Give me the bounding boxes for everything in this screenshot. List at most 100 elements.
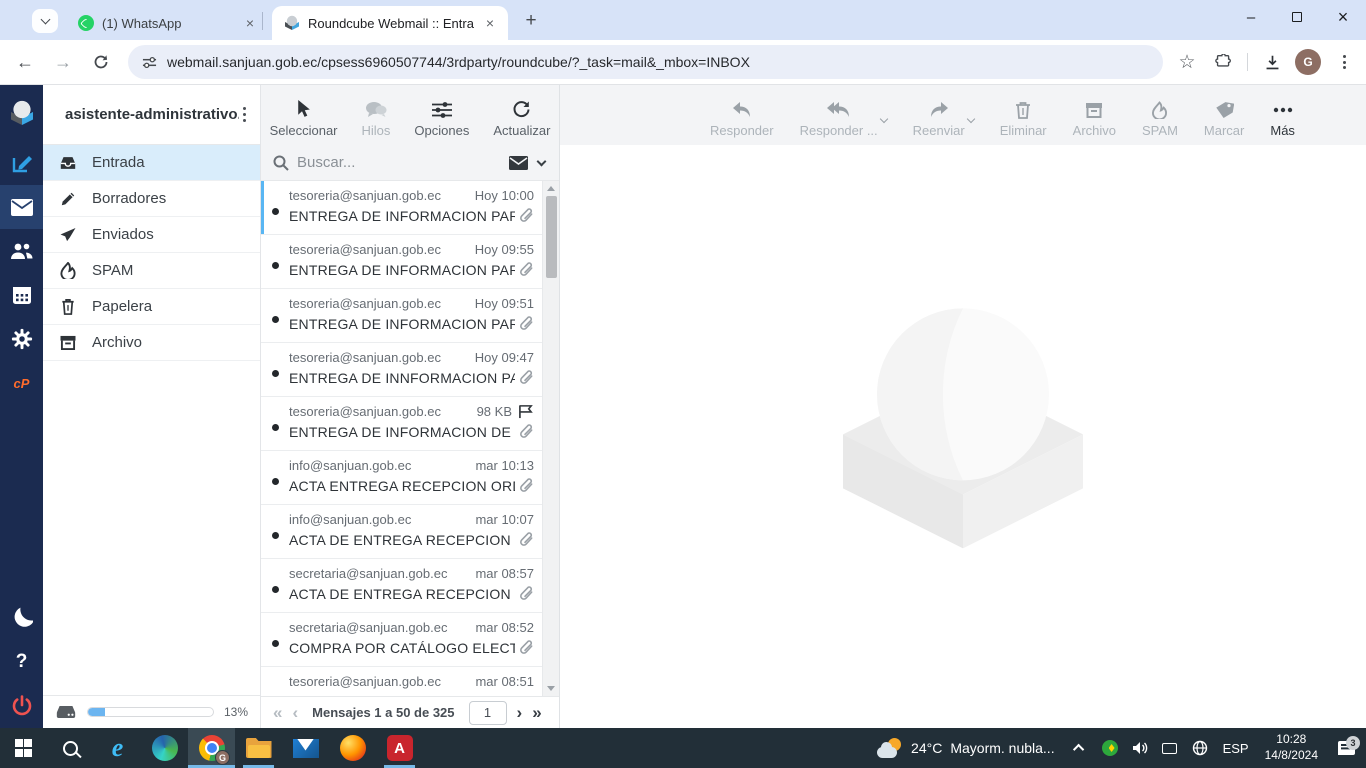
- volume-tray-icon[interactable]: [1128, 741, 1152, 755]
- scroll-up-arrow[interactable]: [547, 186, 555, 191]
- folder-entrada[interactable]: Entrada: [43, 145, 260, 181]
- reply-all-button[interactable]: Responder ...: [800, 101, 878, 138]
- tab-roundcube[interactable]: Roundcube Webmail :: Entrada ×: [272, 6, 508, 40]
- message-row[interactable]: info@sanjuan.gob.ecmar 10:13 ACTA ENTREG…: [261, 451, 542, 505]
- forward-icon: [928, 101, 950, 119]
- folder-options-button[interactable]: [239, 103, 251, 127]
- first-page-button[interactable]: «: [273, 704, 282, 721]
- scrollbar-thumb[interactable]: [546, 196, 557, 278]
- chrome-button[interactable]: G: [188, 728, 235, 768]
- download-icon: [1264, 54, 1281, 71]
- message-row[interactable]: info@sanjuan.gob.ecmar 10:07 ACTA DE ENT…: [261, 505, 542, 559]
- roundcube-logo[interactable]: [0, 85, 43, 141]
- tab-whatsapp[interactable]: (1) WhatsApp ×: [66, 6, 268, 40]
- message-row[interactable]: tesoreria@sanjuan.gob.ecHoy 09:55 ENTREG…: [261, 235, 542, 289]
- back-button[interactable]: ←: [8, 45, 42, 79]
- close-tab-icon[interactable]: ×: [242, 15, 258, 31]
- taskbar-search-button[interactable]: [47, 728, 94, 768]
- network-tray-icon[interactable]: [1188, 740, 1212, 756]
- message-row[interactable]: tesoreria@sanjuan.gob.ecHoy 09:51 ENTREG…: [261, 289, 542, 343]
- bookmark-star-button[interactable]: ☆: [1171, 46, 1203, 78]
- list-scrollbar[interactable]: [542, 181, 559, 696]
- reload-button[interactable]: [84, 45, 118, 79]
- archive-button[interactable]: Archivo: [1073, 101, 1116, 138]
- message-row[interactable]: secretaria@sanjuan.gob.ecmar 08:52 COMPR…: [261, 613, 542, 667]
- search-options-caret[interactable]: [537, 156, 547, 166]
- search-scope-mail-icon[interactable]: [509, 156, 528, 170]
- settings-nav-button[interactable]: [0, 317, 43, 361]
- page-number-input[interactable]: 1: [469, 701, 507, 725]
- folder-spam[interactable]: SPAM: [43, 253, 260, 289]
- tray-expand-button[interactable]: [1068, 744, 1092, 752]
- folder-archivo[interactable]: Archivo: [43, 325, 260, 361]
- folder-papelera[interactable]: Papelera: [43, 289, 260, 325]
- folder-enviados[interactable]: Enviados: [43, 217, 260, 253]
- forward-button[interactable]: Reenviar: [913, 101, 965, 138]
- dark-mode-button[interactable]: [0, 596, 43, 640]
- calendar-nav-button[interactable]: [0, 273, 43, 317]
- minimize-button[interactable]: –: [1228, 0, 1274, 34]
- start-button[interactable]: [0, 728, 47, 768]
- forward-button[interactable]: →: [46, 45, 80, 79]
- message-date: Hoy 10:00: [475, 188, 534, 203]
- reply-button[interactable]: Responder: [710, 101, 774, 138]
- message-row[interactable]: tesoreria@sanjuan.gob.ecHoy 10:00 ENTREG…: [261, 181, 542, 235]
- spam-button[interactable]: SPAM: [1142, 101, 1178, 138]
- select-button[interactable]: Seleccionar: [270, 100, 338, 138]
- tab-search-button[interactable]: [32, 9, 58, 33]
- message-subject: ACTA ENTREGA RECEPCION ORD...: [289, 478, 515, 494]
- message-row[interactable]: tesoreria@sanjuan.gob.ecmar 08:51: [261, 667, 542, 696]
- disk-icon: [55, 705, 77, 719]
- file-explorer-button[interactable]: [235, 728, 282, 768]
- search-input[interactable]: [297, 154, 501, 171]
- compose-button[interactable]: [0, 141, 43, 185]
- downloads-button[interactable]: [1256, 46, 1288, 78]
- forward-menu-caret[interactable]: [966, 115, 974, 123]
- antivirus-tray-icon[interactable]: [1098, 740, 1122, 756]
- contacts-nav-button[interactable]: [0, 229, 43, 273]
- firefox-button[interactable]: [329, 728, 376, 768]
- scroll-down-arrow[interactable]: [547, 686, 555, 691]
- url-text[interactable]: webmail.sanjuan.gob.ec/cpsess6960507744/…: [167, 54, 750, 70]
- help-button[interactable]: ?: [0, 640, 43, 684]
- delete-button[interactable]: Eliminar: [1000, 101, 1047, 138]
- more-button[interactable]: Más: [1270, 101, 1295, 138]
- options-button[interactable]: Opciones: [414, 101, 469, 138]
- address-bar[interactable]: webmail.sanjuan.gob.ec/cpsess6960507744/…: [128, 45, 1163, 79]
- notification-center-button[interactable]: 3: [1326, 741, 1366, 755]
- last-page-button[interactable]: »: [532, 704, 541, 721]
- internet-explorer-button[interactable]: e: [94, 728, 141, 768]
- weather-widget[interactable]: 24°C Mayorm. nubla...: [867, 738, 1065, 758]
- language-indicator[interactable]: ESP: [1215, 741, 1257, 756]
- close-tab-icon[interactable]: ×: [482, 15, 498, 31]
- threads-button[interactable]: Hilos: [362, 101, 391, 138]
- flag-icon[interactable]: [518, 404, 534, 419]
- message-subject: ENTREGA DE INFORMACION PAR...: [289, 208, 515, 224]
- folder-label: Entrada: [92, 154, 145, 171]
- reply-all-menu-caret[interactable]: [879, 115, 887, 123]
- next-page-button[interactable]: ›: [517, 704, 523, 721]
- refresh-button[interactable]: Actualizar: [493, 100, 550, 138]
- logout-button[interactable]: [0, 684, 43, 728]
- cpanel-button[interactable]: cP: [0, 361, 43, 405]
- mail-nav-button[interactable]: [0, 185, 43, 229]
- browser-menu-button[interactable]: [1328, 46, 1360, 78]
- close-window-button[interactable]: ×: [1320, 0, 1366, 34]
- mark-button[interactable]: Marcar: [1204, 101, 1244, 138]
- prev-page-button[interactable]: ‹: [292, 704, 298, 721]
- profile-avatar[interactable]: G: [1292, 46, 1324, 78]
- mail-app-button[interactable]: [282, 728, 329, 768]
- maximize-button[interactable]: [1274, 0, 1320, 34]
- new-tab-button[interactable]: +: [518, 8, 544, 34]
- edge-button[interactable]: [141, 728, 188, 768]
- unread-dot: [272, 424, 279, 431]
- message-row[interactable]: secretaria@sanjuan.gob.ecmar 08:57 ACTA …: [261, 559, 542, 613]
- acrobat-button[interactable]: A: [376, 728, 423, 768]
- display-tray-icon[interactable]: [1158, 743, 1182, 754]
- site-info-icon[interactable]: [142, 55, 157, 70]
- extensions-button[interactable]: [1207, 46, 1239, 78]
- message-row[interactable]: tesoreria@sanjuan.gob.ec 98 KB ENTREGA D…: [261, 397, 542, 451]
- clock[interactable]: 10:28 14/8/2024: [1257, 732, 1326, 763]
- folder-borradores[interactable]: Borradores: [43, 181, 260, 217]
- message-row[interactable]: tesoreria@sanjuan.gob.ecHoy 09:47 ENTREG…: [261, 343, 542, 397]
